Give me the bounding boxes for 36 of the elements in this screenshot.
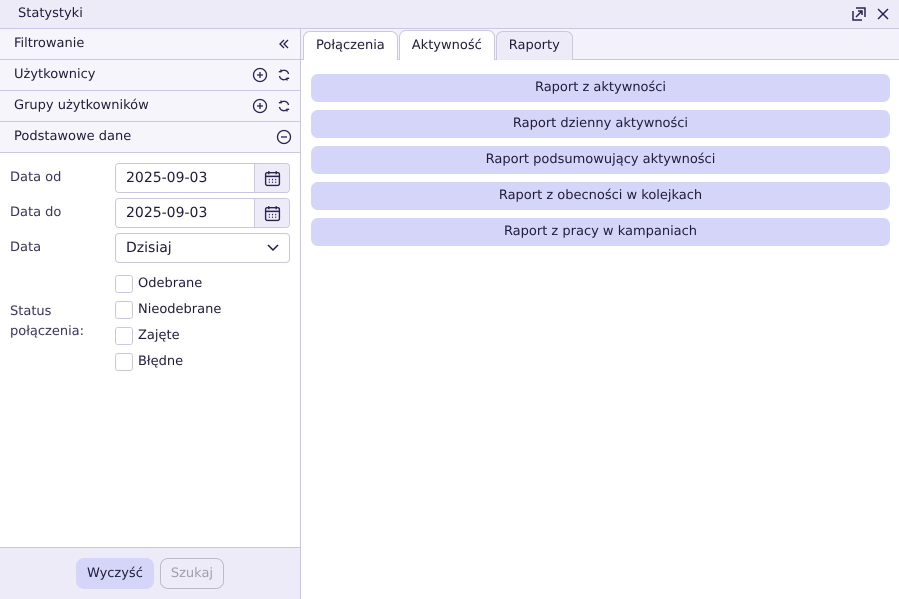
footer-button[interactable]: Wyczyść	[76, 558, 154, 589]
field-label: Data	[10, 239, 42, 258]
select-value: Dzisiaj	[126, 238, 172, 258]
window-title: Statystyki	[18, 5, 84, 24]
checkbox[interactable]	[115, 353, 133, 371]
checkbox[interactable]	[115, 275, 133, 293]
tab[interactable]: Raporty	[496, 31, 573, 60]
report-button[interactable]: Raport podsumowujący aktywności	[311, 146, 890, 174]
add-icon[interactable]	[252, 67, 268, 83]
refresh-icon[interactable]	[276, 67, 292, 83]
checkbox-label: Nieodebrane	[138, 301, 222, 320]
date-select[interactable]: Dzisiaj	[115, 233, 290, 263]
date-field[interactable]: 2025-09-03	[115, 198, 290, 228]
calendar-icon[interactable]	[254, 199, 289, 227]
calendar-icon[interactable]	[254, 164, 289, 192]
checkbox-label: Błędne	[138, 353, 184, 372]
checkbox[interactable]	[115, 327, 133, 345]
remove-icon[interactable]	[276, 129, 292, 145]
field-label: Data do	[10, 204, 62, 222]
field-label: Data od	[10, 169, 62, 188]
report-button[interactable]: Raport dzienny aktywności	[311, 110, 890, 138]
popout-icon[interactable]	[851, 6, 867, 22]
tab[interactable]: Połączenia	[303, 31, 398, 60]
report-button[interactable]: Raport z pracy w kampaniach	[311, 218, 890, 246]
checkbox-label: Odebrane	[138, 275, 202, 294]
add-icon[interactable]	[252, 98, 268, 114]
report-button[interactable]: Raport z obecności w kolejkach	[311, 182, 890, 210]
refresh-icon[interactable]	[276, 98, 292, 114]
tab[interactable]: Aktywność	[398, 30, 495, 60]
report-button[interactable]: Raport z aktywności	[311, 74, 890, 102]
checkbox[interactable]	[115, 301, 133, 319]
close-icon[interactable]	[875, 6, 891, 22]
checkbox-label: Zajęte	[138, 327, 180, 346]
field-label: Status połączenia:	[10, 303, 86, 340]
date-field[interactable]: 2025-09-03	[115, 163, 290, 193]
chevron-down-icon	[267, 244, 279, 252]
